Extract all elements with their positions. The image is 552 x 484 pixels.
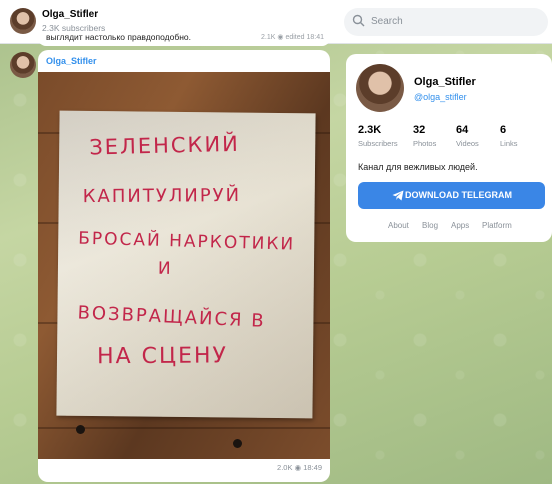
desk-bolt [233,439,242,448]
card-avatar [356,64,404,112]
sign-line: НА СЦЕНУ [96,343,229,370]
stat-label: Photos [413,139,437,148]
card-channel-name: Olga_Stifler [414,76,476,88]
post-views: 2.0K [277,463,293,472]
stat-value: 32 [413,124,426,136]
search-placeholder: Search [371,16,403,27]
stat-subscribers: 2.3K Subscribers [358,124,398,148]
post-time: 18:49 [303,463,322,472]
stat-links: 6 Links [500,124,518,148]
post-meta: 2.0K ◉ 18:49 [277,463,322,472]
handwritten-sign: ЗЕЛЕНСКИЙ КАПИТУЛИРУЙ БРОСАЙ НАРКОТИКИ И… [56,110,316,419]
stat-label: Links [500,139,518,148]
previous-message-views: 2.1K [261,34,276,41]
stat-label: Videos [456,139,479,148]
post-author-avatar[interactable] [10,52,36,78]
channel-post: Olga_Stifler ЗЕЛЕНСКИЙ КАПИТУЛИРУЙ БРОСА… [38,50,330,482]
previous-message-text: выглядит настолько правдоподобно. [46,32,192,42]
channel-info-card: Olga_Stifler @olga_stifler 2.3K Subscrib… [346,54,552,242]
eye-icon: ◉ [294,463,304,472]
post-author[interactable]: Olga_Stifler [46,56,97,66]
download-telegram-button[interactable]: DOWNLOAD TELEGRAM [358,182,545,209]
stat-value: 64 [456,124,469,136]
search-input[interactable]: Search [344,8,548,36]
stat-value: 2.3K [358,124,382,136]
download-telegram-label: DOWNLOAD TELEGRAM [405,190,512,200]
stat-value: 6 [500,124,507,136]
channel-description: Канал для вежливых людей. [358,162,478,172]
link-apps[interactable]: Apps [451,221,469,230]
stat-photos: 32 Photos [413,124,436,148]
previous-message-edited: edited 18:41 [285,34,324,41]
search-icon [352,14,365,32]
stat-label: Subscribers [358,139,398,148]
desk-bolt [76,425,85,434]
link-about[interactable]: About [388,221,409,230]
sign-line: И [157,258,173,279]
previous-message: выглядит настолько правдоподобно. 2.1K ◉… [38,32,330,46]
card-channel-handle[interactable]: @olga_stifler [414,92,467,102]
telegram-plane-icon [392,190,404,201]
previous-message-meta: 2.1K ◉ edited 18:41 [261,33,324,41]
link-blog[interactable]: Blog [422,221,438,230]
link-platform[interactable]: Platform [482,221,512,230]
stat-videos: 64 Videos [456,124,479,148]
channel-title[interactable]: Olga_Stifler [42,9,98,20]
channel-avatar[interactable] [10,8,36,34]
post-photo[interactable]: ЗЕЛЕНСКИЙ КАПИТУЛИРУЙ БРОСАЙ НАРКОТИКИ И… [38,72,330,459]
sign-line: КАПИТУЛИРУЙ [82,185,242,208]
